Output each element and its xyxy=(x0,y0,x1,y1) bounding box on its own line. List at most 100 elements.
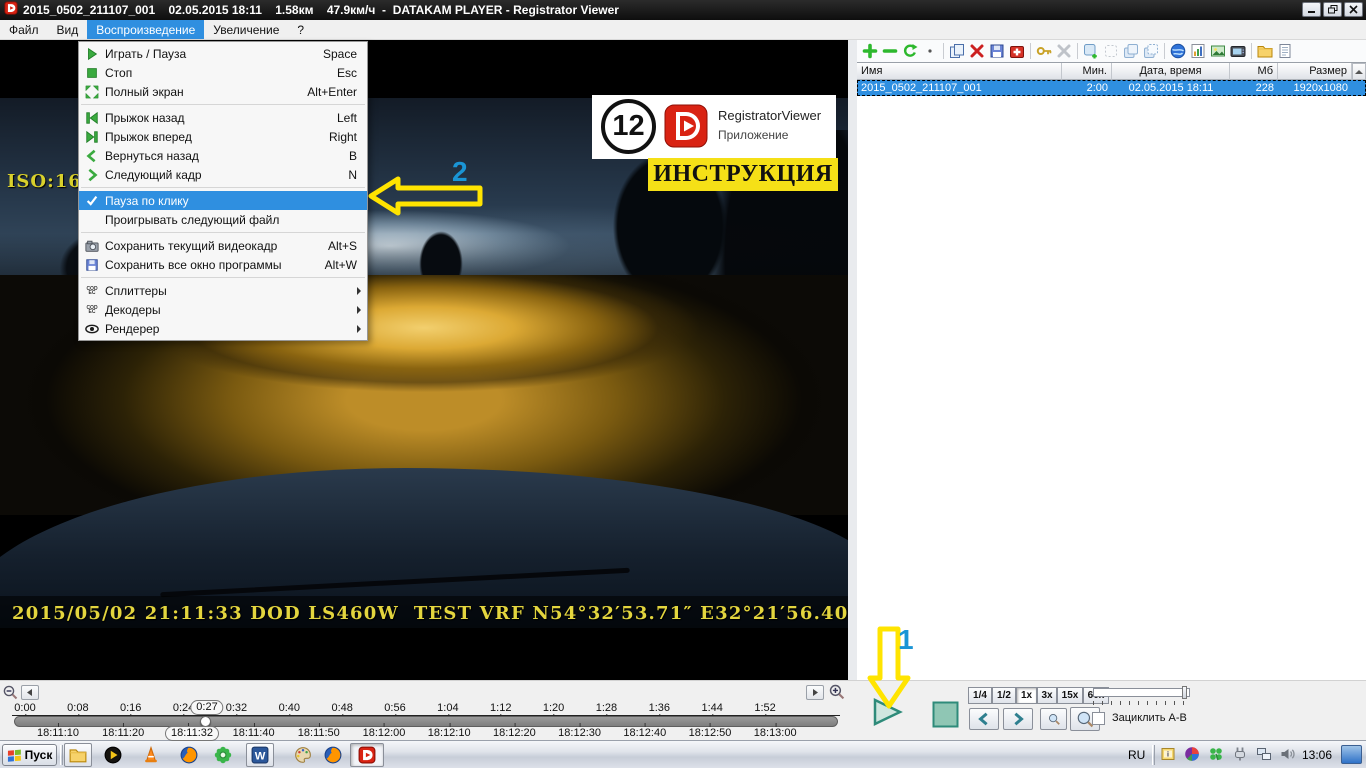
timeline-tick-bottom: 18:12:30 xyxy=(558,727,601,739)
timeline-tick-bottom: 18:12:10 xyxy=(428,727,471,739)
menu-item-рендерер[interactable]: Рендерер xyxy=(79,319,367,338)
menu-item-сохранить-все-окно-программы[interactable]: Сохранить все окно программыAlt+W xyxy=(79,255,367,274)
clover-tray-icon[interactable] xyxy=(1208,746,1224,767)
image-toolbar-icon[interactable] xyxy=(1208,41,1228,61)
save-toolbar-icon[interactable] xyxy=(987,41,1007,61)
menu-item-прыжок-вперед[interactable]: Прыжок впередRight xyxy=(79,127,367,146)
speed-button-3x[interactable]: 3x xyxy=(1037,687,1057,704)
taskbar-handle[interactable] xyxy=(60,745,63,765)
folder-toolbar-icon[interactable] xyxy=(1255,41,1275,61)
stop-button[interactable] xyxy=(932,701,959,731)
iso-overlay: ISO:16 xyxy=(7,171,82,192)
add-toolbar-icon[interactable] xyxy=(860,41,880,61)
step-forward-button[interactable] xyxy=(1003,708,1033,730)
menu-bar: ФайлВидВоспроизведениеУвеличение? xyxy=(0,20,1366,40)
timeline-zoom-in-icon[interactable] xyxy=(828,683,845,700)
refresh-toolbar-icon[interactable] xyxy=(900,41,920,61)
column-header-имя[interactable]: Имя xyxy=(857,63,1062,80)
framecopy-toolbar-icon[interactable] xyxy=(1121,41,1141,61)
timeline-zoom-out-icon[interactable] xyxy=(2,684,18,700)
timeline-tick-bottom: 18:11:40 xyxy=(233,727,275,739)
network-tray-icon[interactable] xyxy=(1256,746,1272,767)
menu-item-сплиттеры[interactable]: CODECСплиттеры xyxy=(79,281,367,300)
menu-item-следующий-кадр[interactable]: Следующий кадрN xyxy=(79,165,367,184)
timeline-tick-top: 1:44 xyxy=(701,702,722,714)
info-tray-icon[interactable]: i xyxy=(1160,746,1176,767)
icq-taskbar-icon[interactable] xyxy=(214,746,232,768)
column-header-дата-время[interactable]: Дата, время xyxy=(1112,63,1230,80)
menu-item-сохранить-текущий-видеокадр[interactable]: Сохранить текущий видеокадрAlt+S xyxy=(79,236,367,255)
show-desktop-button[interactable] xyxy=(1341,745,1362,764)
volume-thumb[interactable] xyxy=(1182,686,1187,699)
panel-separator xyxy=(848,40,857,680)
step-back-button[interactable] xyxy=(969,708,999,730)
framepaste-toolbar-icon[interactable] xyxy=(1141,41,1161,61)
speed-button-1/4[interactable]: 1/4 xyxy=(968,687,992,704)
folder-taskbar-icon[interactable] xyxy=(64,743,92,767)
language-indicator[interactable]: RU xyxy=(1128,748,1145,762)
restore-button[interactable] xyxy=(1323,2,1342,17)
speed-button-1x[interactable]: 1x xyxy=(1016,687,1037,704)
tv-toolbar-icon[interactable] xyxy=(1228,41,1248,61)
menu-item-играть-пауза[interactable]: Играть / ПаузаSpace xyxy=(79,44,367,63)
menubar-item-файл[interactable]: Файл xyxy=(0,20,48,39)
timeline-tick-top: 0:32 xyxy=(226,702,247,714)
menu-item-вернуться-назад[interactable]: Вернуться назадB xyxy=(79,146,367,165)
loop-ab-checkbox[interactable] xyxy=(1092,712,1105,725)
report-toolbar-icon[interactable] xyxy=(1275,41,1295,61)
plug-tray-icon[interactable] xyxy=(1232,746,1248,767)
regviewer-taskbar-icon[interactable] xyxy=(350,743,384,767)
menubar-item-вид[interactable]: Вид xyxy=(48,20,88,39)
timeline-slider[interactable] xyxy=(14,716,838,727)
timeline-tick-bottom: 18:11:10 xyxy=(37,727,79,739)
menubar-item-?[interactable]: ? xyxy=(288,20,313,39)
column-header-мин-[interactable]: Мин. xyxy=(1062,63,1112,80)
timeline-scroll-right-button[interactable] xyxy=(806,685,824,700)
speed-button-15x[interactable]: 15x xyxy=(1057,687,1083,704)
minimize-button[interactable] xyxy=(1302,2,1321,17)
menubar-item-воспроизведение[interactable]: Воспроизведение xyxy=(87,20,204,39)
timeline-scroll-left-button[interactable] xyxy=(21,685,39,700)
firefox-taskbar-icon[interactable] xyxy=(324,746,342,768)
menu-item-декодеры[interactable]: CODECДекодеры xyxy=(79,300,367,319)
menu-item-прыжок-назад[interactable]: Прыжок назадLeft xyxy=(79,108,367,127)
zoom-out-button[interactable] xyxy=(1040,708,1067,730)
palette-taskbar-icon[interactable] xyxy=(294,746,312,768)
scrollbar-up-button[interactable] xyxy=(1352,63,1366,80)
globe-toolbar-icon[interactable] xyxy=(1168,41,1188,61)
volume-slider[interactable] xyxy=(1093,688,1190,697)
taskbar-clock[interactable]: 13:06 xyxy=(1302,748,1332,762)
menu-item-полный-экран[interactable]: Полный экранAlt+Enter xyxy=(79,82,367,101)
toolbar-separator xyxy=(1251,43,1252,59)
codec-icon: CODEC xyxy=(79,306,105,314)
column-header-размер[interactable]: Размер xyxy=(1278,63,1352,80)
tray-handle[interactable] xyxy=(1152,745,1155,765)
menubar-item-увеличение[interactable]: Увеличение xyxy=(204,20,288,39)
toolbar-separator xyxy=(1077,43,1078,59)
menu-item-проигрывать-следующий-файл[interactable]: Проигрывать следующий файл xyxy=(79,210,367,229)
frameempty-toolbar-icon[interactable] xyxy=(1101,41,1121,61)
start-button[interactable]: Пуск xyxy=(2,744,57,766)
frameadd-toolbar-icon[interactable] xyxy=(1081,41,1101,61)
disconnect-toolbar-icon[interactable] xyxy=(1054,41,1074,61)
pie-tray-icon[interactable] xyxy=(1184,746,1200,767)
firefox-taskbar-icon[interactable] xyxy=(180,746,198,768)
column-header-мб[interactable]: Мб xyxy=(1230,63,1278,80)
word-taskbar-icon[interactable]: W xyxy=(246,743,274,767)
key-toolbar-icon[interactable] xyxy=(1034,41,1054,61)
remove-toolbar-icon[interactable] xyxy=(880,41,900,61)
menu-item-пауза-по-клику[interactable]: Пауза по клику xyxy=(79,191,367,210)
chart-toolbar-icon[interactable] xyxy=(1188,41,1208,61)
speaker-tray-icon[interactable] xyxy=(1280,746,1296,767)
aimp-taskbar-icon[interactable] xyxy=(104,746,122,768)
dropdown-toolbar-icon[interactable] xyxy=(920,41,940,61)
delete-toolbar-icon[interactable] xyxy=(967,41,987,61)
close-button[interactable] xyxy=(1344,2,1363,17)
speed-button-1/2[interactable]: 1/2 xyxy=(992,687,1016,704)
menu-item-стоп[interactable]: СтопEsc xyxy=(79,63,367,82)
app-icon xyxy=(4,1,18,20)
vlc-taskbar-icon[interactable] xyxy=(142,746,160,768)
copy-toolbar-icon[interactable] xyxy=(947,41,967,61)
firstaid-toolbar-icon[interactable] xyxy=(1007,41,1027,61)
file-row[interactable]: 2015_0502_211107_0012:0002.05.2015 18:11… xyxy=(857,80,1366,96)
